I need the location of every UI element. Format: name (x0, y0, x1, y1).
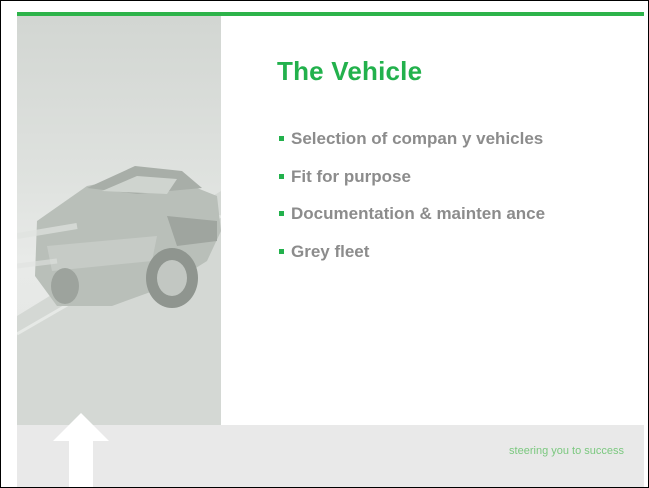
bullet-square-icon (279, 211, 284, 216)
slide: The Vehicle Selection of compan y vehicl… (0, 0, 649, 488)
bullet-text: Selection of compan y vehicles (291, 129, 544, 148)
bullet-text: Fit for purpose (291, 166, 411, 186)
bullet-square-icon (279, 173, 284, 179)
list-item: Documentation & mainten ance (279, 204, 545, 242)
up-arrow-icon (53, 413, 109, 487)
bullet-list: Selection of compan y vehicles Fit for p… (279, 129, 545, 279)
bullet-text: Grey fleet (291, 241, 370, 261)
list-item: Selection of compan y vehicles (279, 129, 545, 167)
list-item: Grey fleet (279, 242, 545, 280)
bullet-square-icon (279, 248, 284, 254)
bullet-text: Documentation & mainten ance (291, 204, 546, 223)
bullet-square-icon (279, 136, 284, 141)
list-item: Fit for purpose (279, 167, 545, 205)
tagline: steering you to success (509, 445, 624, 457)
slide-title: The Vehicle (277, 56, 423, 86)
car-photo-panel (17, 16, 221, 425)
car-photo (17, 166, 221, 425)
